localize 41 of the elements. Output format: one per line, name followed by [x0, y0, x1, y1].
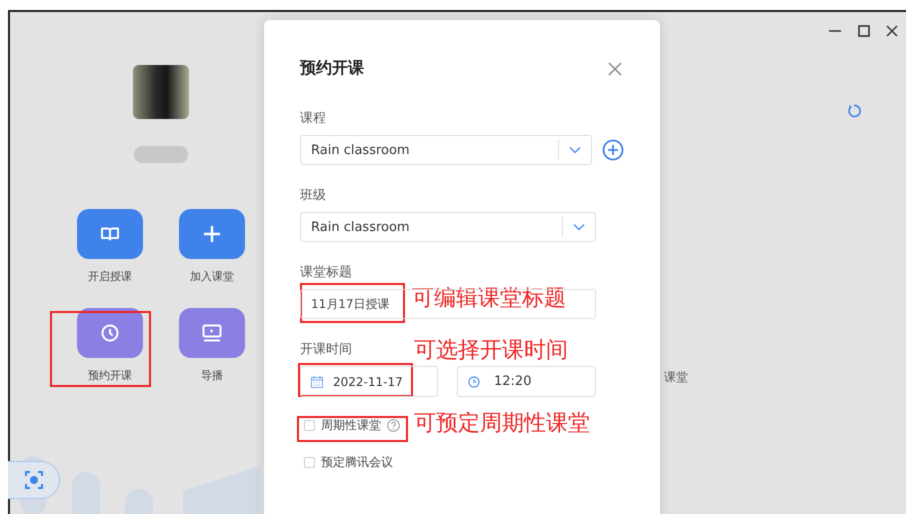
checkbox-label: 周期性课堂 [321, 417, 381, 434]
launcher-tile[interactable] [77, 209, 143, 259]
maximize-icon[interactable] [858, 25, 870, 37]
checkbox[interactable] [304, 420, 315, 431]
checkbox-label: 预定腾讯会议 [321, 454, 393, 471]
field-label: 班级 [300, 187, 326, 204]
course-select[interactable]: Rain classroom [300, 135, 592, 165]
field-label: 课堂标题 [300, 264, 352, 281]
field-label: 课程 [300, 110, 326, 127]
chevron-down-icon [569, 146, 581, 154]
book-icon [101, 227, 119, 241]
plus-icon [203, 225, 221, 243]
name-placeholder [134, 146, 188, 163]
refresh-icon[interactable] [847, 104, 861, 118]
tile-label: 导播 [201, 368, 223, 383]
launcher-tile[interactable] [77, 308, 143, 358]
help-icon[interactable] [387, 419, 400, 432]
time-field[interactable]: 12:20 [457, 366, 596, 397]
scan-button[interactable] [8, 461, 60, 499]
tile-label: 预约开课 [88, 368, 132, 383]
tile-label: 开启授课 [88, 269, 132, 284]
focus-frame-icon [24, 471, 42, 489]
add-circle-icon[interactable] [602, 139, 624, 161]
avatar-placeholder [133, 65, 189, 119]
tile-label: 加入课堂 [190, 269, 234, 284]
date-field[interactable]: 2022-11-17 [300, 366, 438, 397]
calendar-icon [311, 376, 323, 388]
dialog-title: 预约开课 [300, 58, 364, 79]
clock-icon [468, 376, 480, 388]
chevron-down-icon [573, 223, 585, 231]
clock-icon [101, 324, 119, 342]
annotation-label: 可选择开课时间 [414, 338, 568, 364]
class-select[interactable]: Rain classroom [300, 212, 596, 242]
monitor-icon [202, 324, 222, 342]
annotation-label: 可预定周期性课堂 [414, 411, 590, 438]
field-label: 开课时间 [300, 341, 352, 358]
checkbox[interactable] [304, 457, 315, 468]
launcher-tile[interactable] [179, 209, 245, 259]
launcher-tile[interactable] [179, 308, 245, 358]
close-icon[interactable] [886, 25, 898, 37]
menu-label: 课堂 [664, 369, 688, 386]
